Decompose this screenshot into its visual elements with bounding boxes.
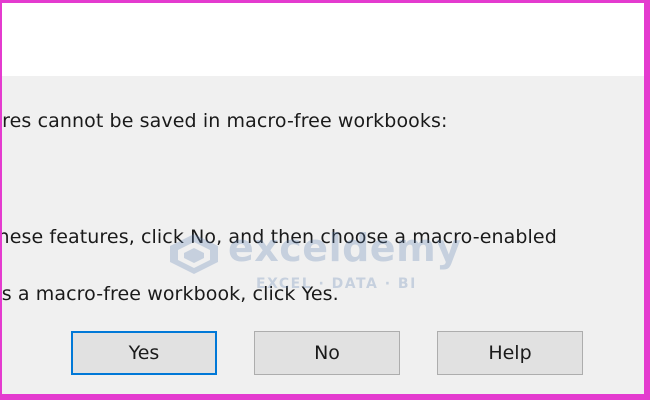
yes-button[interactable]: Yes <box>71 331 217 375</box>
no-button[interactable]: No <box>254 331 400 375</box>
frame-bottom-border <box>0 394 650 400</box>
message-line-3: as a macro-free workbook, click Yes. <box>0 283 339 305</box>
message-line-2: these features, click No, and then choos… <box>0 226 557 248</box>
message-line-1: ures cannot be saved in macro-free workb… <box>0 110 448 132</box>
frame-right-border <box>644 0 650 400</box>
frame-top-border <box>0 0 650 3</box>
frame-left-border <box>0 0 2 400</box>
dialog-title-area <box>2 3 644 76</box>
help-button[interactable]: Help <box>437 331 583 375</box>
